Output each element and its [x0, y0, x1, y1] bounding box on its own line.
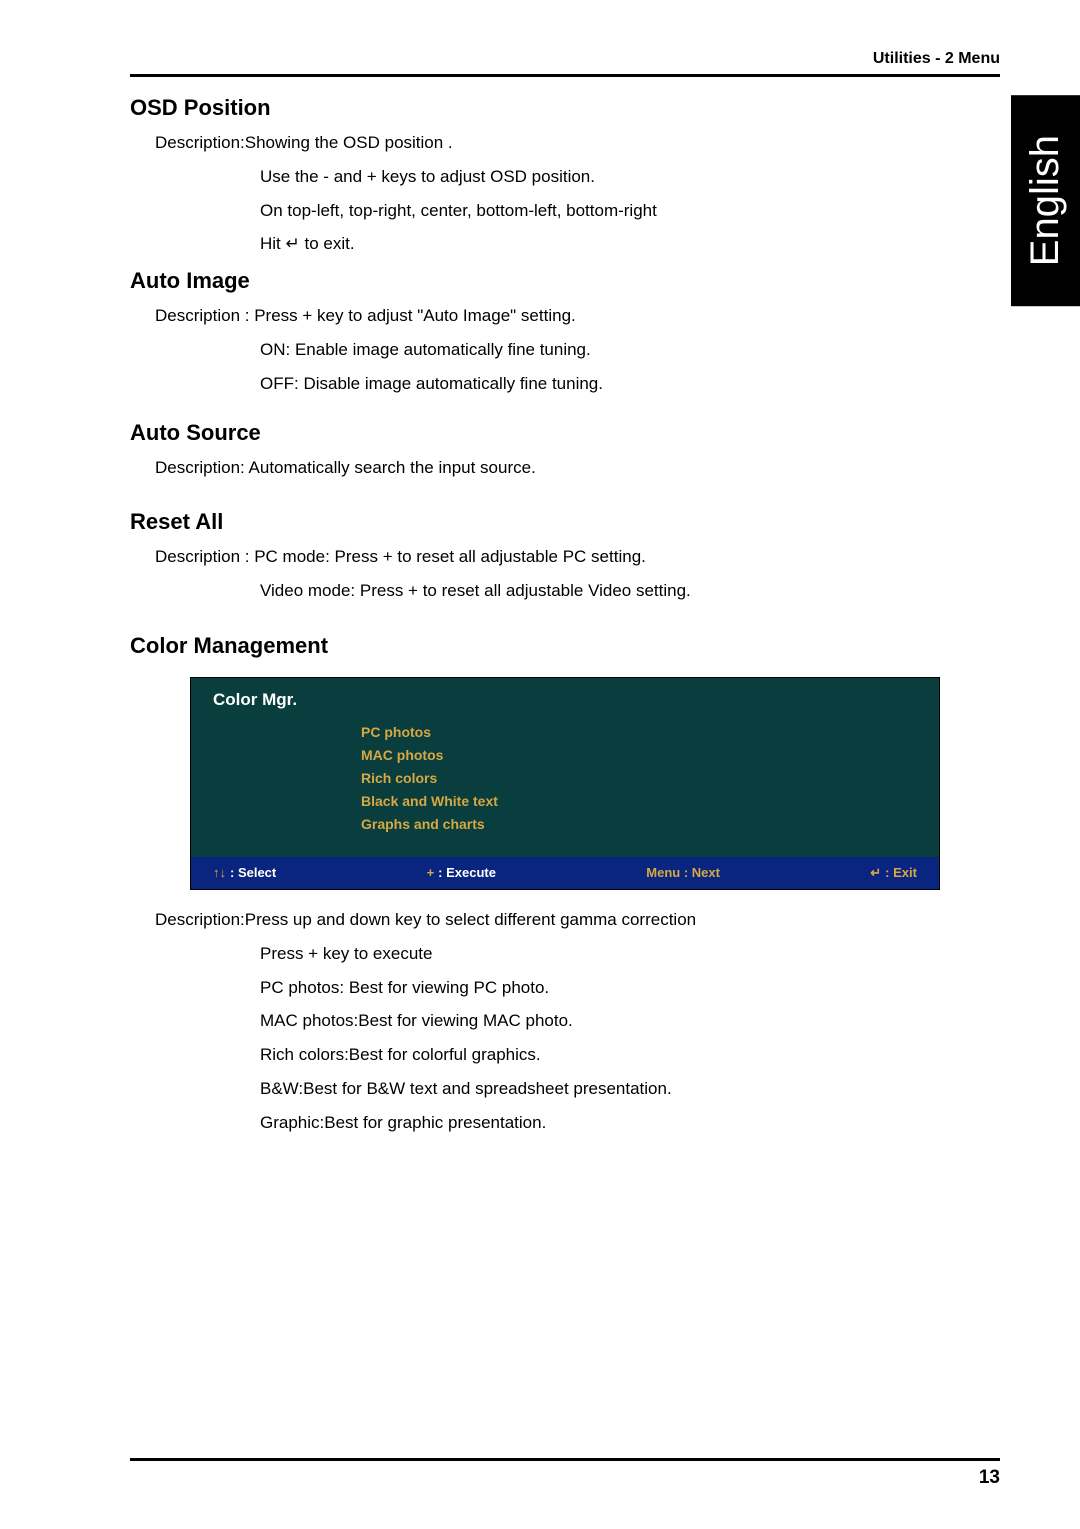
- color-mgr-item[interactable]: MAC photos: [361, 747, 939, 763]
- footer-execute: + : Execute: [427, 865, 496, 880]
- heading-auto-image: Auto Image: [130, 268, 1000, 294]
- header-divider: [130, 74, 1000, 77]
- color-mgr-item[interactable]: Rich colors: [361, 770, 939, 786]
- enter-icon: ↵: [870, 865, 881, 881]
- breadcrumb: Utilities - 2 Menu: [130, 50, 1000, 68]
- auto-image-desc-3: OFF: Disable image automatically fine tu…: [260, 372, 1000, 396]
- osd-position-desc-4: Hit ↵ to exit.: [260, 232, 1000, 256]
- color-mgr-items: PC photos MAC photos Rich colors Black a…: [191, 718, 939, 857]
- footer-exit: ↵ : Exit: [870, 865, 917, 881]
- osd-position-desc-1: Description:Showing the OSD position .: [155, 131, 1000, 155]
- osd-position-desc-3: On top-left, top-right, center, bottom-l…: [260, 199, 1000, 223]
- footer-divider: [130, 1458, 1000, 1461]
- footer-execute-label: : Execute: [438, 865, 496, 880]
- heading-osd-position: OSD Position: [130, 95, 1000, 121]
- reset-all-desc-2: Video mode: Press + to reset all adjusta…: [260, 579, 1000, 603]
- color-mgr-title: Color Mgr.: [191, 678, 939, 718]
- page-footer: 13: [130, 1458, 1000, 1489]
- color-mgmt-desc-3: PC photos: Best for viewing PC photo.: [260, 976, 1000, 1000]
- color-mgmt-desc-7: Graphic:Best for graphic presentation.: [260, 1111, 1000, 1135]
- reset-all-desc-1: Description : PC mode: Press + to reset …: [155, 545, 1000, 569]
- footer-menu: Menu : Next: [646, 865, 720, 880]
- page-number: 13: [130, 1467, 1000, 1489]
- heading-reset-all: Reset All: [130, 509, 1000, 535]
- auto-source-desc-1: Description: Automatically search the in…: [155, 456, 1000, 480]
- language-tab: English: [1011, 95, 1080, 306]
- color-mgr-item[interactable]: Black and White text: [361, 793, 939, 809]
- osd-position-desc-2: Use the - and + keys to adjust OSD posit…: [260, 165, 1000, 189]
- color-mgr-item[interactable]: PC photos: [361, 724, 939, 740]
- heading-auto-source: Auto Source: [130, 420, 1000, 446]
- footer-select: ↑↓ : Select: [213, 865, 276, 880]
- plus-icon: +: [427, 865, 435, 880]
- color-mgmt-desc-4: MAC photos:Best for viewing MAC photo.: [260, 1009, 1000, 1033]
- color-mgr-footer: ↑↓ : Select + : Execute Menu : Next ↵ : …: [191, 857, 939, 889]
- color-mgmt-desc-6: B&W:Best for B&W text and spreadsheet pr…: [260, 1077, 1000, 1101]
- color-mgr-item[interactable]: Graphs and charts: [361, 816, 939, 832]
- auto-image-desc-2: ON: Enable image automatically fine tuni…: [260, 338, 1000, 362]
- updown-arrow-icon: ↑↓: [213, 865, 226, 880]
- color-mgr-panel: Color Mgr. PC photos MAC photos Rich col…: [190, 677, 940, 890]
- color-mgmt-desc-5: Rich colors:Best for colorful graphics.: [260, 1043, 1000, 1067]
- color-mgmt-desc-2: Press + key to execute: [260, 942, 1000, 966]
- color-mgmt-desc-1: Description:Press up and down key to sel…: [155, 908, 1000, 932]
- footer-exit-label: : Exit: [885, 865, 917, 880]
- page-header: Utilities - 2 Menu: [130, 50, 1000, 77]
- footer-select-label: : Select: [230, 865, 276, 880]
- heading-color-management: Color Management: [130, 633, 1000, 659]
- auto-image-desc-1: Description : Press + key to adjust "Aut…: [155, 304, 1000, 328]
